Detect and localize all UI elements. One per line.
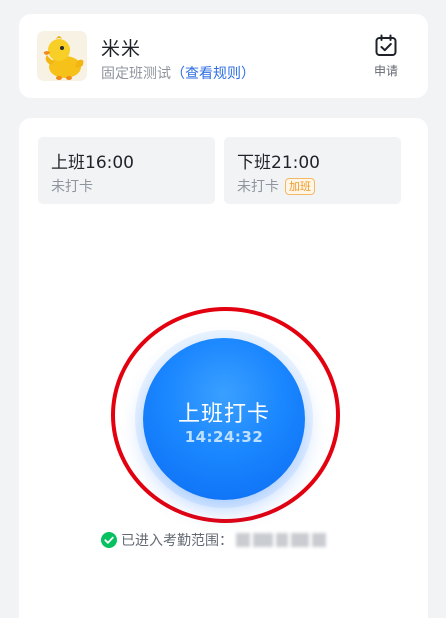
redacted-location — [236, 533, 250, 547]
group-line: 固定班测试（查看规则） — [101, 63, 255, 83]
shift-title: 下班21:00 — [237, 153, 320, 173]
shift-title: 上班16:00 — [51, 153, 134, 173]
location-status: 已进入考勤范围： — [101, 530, 326, 550]
shift-on-duty: 上班16:00 未打卡 — [38, 137, 215, 204]
apply-button[interactable]: 申请 — [366, 34, 406, 79]
duck-avatar-icon — [43, 36, 84, 80]
avatar — [37, 31, 87, 81]
redacted-location — [253, 533, 273, 547]
user-name: 米米 — [101, 38, 142, 60]
user-header-card: 米米 固定班测试（查看规则） 申请 — [19, 14, 428, 98]
shift-status-text: 未打卡 — [51, 179, 93, 195]
redacted-location — [291, 533, 309, 547]
attendance-card: 上班16:00 未打卡 下班21:00 未打卡 加班 上班打卡 14:24:32… — [19, 118, 428, 618]
shift-status: 未打卡 — [51, 176, 93, 196]
punch-label: 上班打卡 — [177, 402, 270, 427]
shift-status-text: 未打卡 — [237, 179, 279, 195]
check-circle-icon — [101, 532, 117, 548]
overtime-badge: 加班 — [285, 177, 315, 195]
location-status-text: 已进入考勤范围： — [121, 533, 233, 549]
apply-label: 申请 — [373, 64, 398, 78]
view-rules-link[interactable]: （查看规则） — [171, 66, 255, 82]
shift-status: 未打卡 加班 — [237, 176, 315, 196]
punch-in-button[interactable]: 上班打卡 14:24:32 — [143, 338, 305, 500]
calendar-check-icon — [375, 34, 397, 56]
punch-clock: 14:24:32 — [184, 428, 264, 446]
redacted-location — [276, 533, 288, 547]
group-name: 固定班测试 — [101, 66, 171, 82]
redacted-location — [312, 533, 326, 547]
shift-off-duty: 下班21:00 未打卡 加班 — [224, 137, 401, 204]
